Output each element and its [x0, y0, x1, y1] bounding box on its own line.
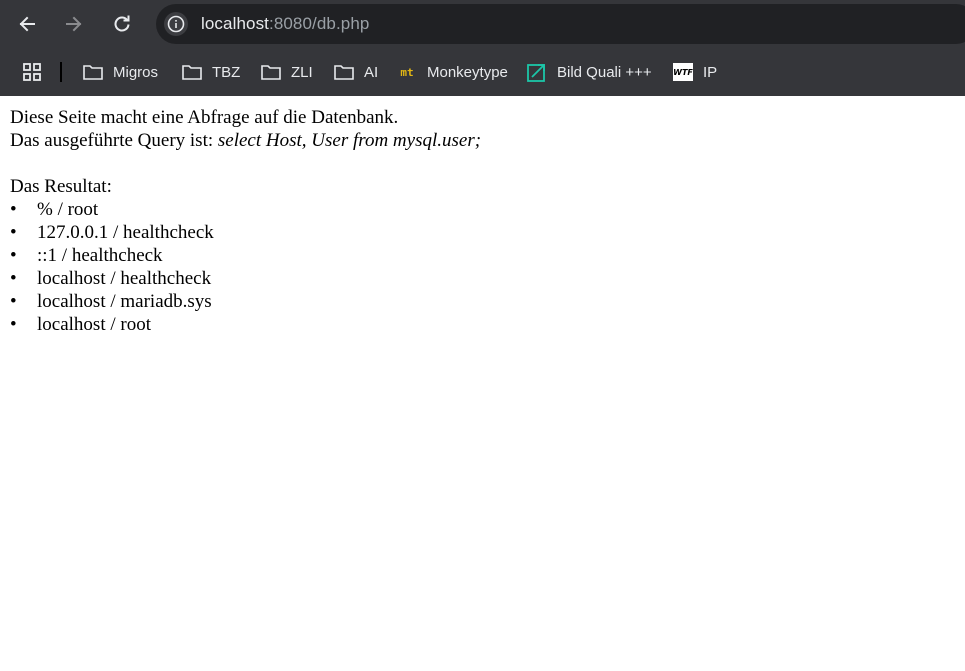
url-text: localhost:8080/db.php — [201, 14, 369, 34]
list-item: • localhost / healthcheck — [10, 268, 212, 289]
list-item: •::1 / healthcheck — [10, 245, 163, 266]
list-item: • 127.0.0.1 / healthcheck — [10, 222, 214, 243]
bookmark-ip[interactable]: WTF IP — [672, 60, 717, 84]
intro-text: Diese Seite macht eine Abfrage auf die D… — [10, 107, 399, 128]
query-prefix: Das ausgeführte Query ist: — [10, 130, 218, 151]
url-host: localhost — [201, 14, 269, 33]
wtf-icon: WTF — [672, 62, 694, 82]
reload-icon — [114, 15, 130, 32]
result-text: localhost / healthcheck — [37, 268, 212, 289]
result-text: ::1 / healthcheck — [37, 245, 163, 266]
arrow-left-icon — [19, 16, 35, 32]
bookmark-label: Monkeytype — [427, 63, 508, 81]
list-item: •% / root — [10, 199, 99, 220]
list-item: • localhost / mariadb.sys — [10, 291, 212, 312]
wtf-icon-badge: WTF — [673, 63, 693, 81]
bookmark-tbz[interactable]: TBZ — [181, 60, 240, 84]
apps-grid-icon[interactable] — [22, 62, 42, 82]
bookmark-label: IP — [703, 63, 718, 81]
bookmark-label: Migros — [113, 63, 159, 81]
result-heading: Das Resultat: — [10, 176, 112, 197]
browser-toolbar: localhost:8080/db.php — [0, 0, 965, 48]
forward-button[interactable] — [58, 8, 90, 40]
bookmark-label: AI — [364, 63, 379, 81]
bookmarks-bar: Migros TBZ ZLI AI mt Monkeytype Bild Qua… — [0, 48, 965, 96]
folder-icon — [333, 62, 355, 82]
list-item: • localhost / root — [10, 314, 151, 335]
bookmark-monkeytype[interactable]: mt Monkeytype — [396, 60, 508, 84]
address-bar[interactable]: localhost:8080/db.php — [156, 4, 965, 44]
bild-quali-icon — [526, 62, 548, 82]
bookmark-label: ZLI — [291, 63, 313, 81]
bookmarks-separator — [60, 62, 62, 82]
reload-button[interactable] — [106, 8, 138, 40]
url-path: :8080/db.php — [269, 14, 370, 33]
result-text: localhost / root — [37, 314, 151, 335]
arrow-right-icon — [66, 16, 82, 32]
bookmark-bild-quali[interactable]: Bild Quali +++ — [526, 60, 652, 84]
site-info-icon[interactable] — [164, 12, 188, 36]
bookmark-ai[interactable]: AI — [333, 60, 378, 84]
result-text: 127.0.0.1 / healthcheck — [37, 222, 214, 243]
bookmark-zli[interactable]: ZLI — [260, 60, 313, 84]
folder-icon — [181, 62, 203, 82]
folder-icon — [82, 62, 104, 82]
bookmark-label: Bild Quali +++ — [557, 63, 652, 81]
folder-icon — [260, 62, 282, 82]
back-button[interactable] — [11, 8, 43, 40]
page-content: Diese Seite macht eine Abfrage auf die D… — [0, 96, 965, 336]
result-list: •% / root • 127.0.0.1 / healthcheck •::1 … — [10, 198, 965, 336]
query-line: Das ausgeführte Query ist: select Host, … — [10, 129, 965, 152]
result-text: localhost / mariadb.sys — [37, 291, 212, 312]
monkeytype-icon: mt — [400, 65, 414, 79]
browser-chrome: localhost:8080/db.php Migros TBZ ZLI AI … — [0, 0, 965, 96]
bookmark-migros[interactable]: Migros — [82, 60, 158, 84]
result-text: % / root — [37, 199, 99, 220]
bookmark-label: TBZ — [212, 63, 241, 81]
query-text: select Host, User from mysql.user; — [217, 130, 482, 151]
